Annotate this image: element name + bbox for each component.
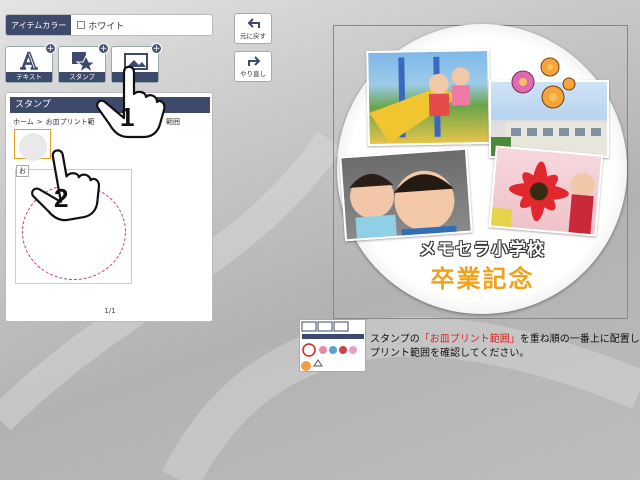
- add-icon: +: [151, 43, 162, 54]
- pagination: 1/1: [104, 307, 116, 315]
- color-checkbox[interactable]: [77, 21, 86, 29]
- redo-icon: [248, 56, 261, 66]
- instruction-highlight: 「お皿プリント範囲」: [419, 334, 520, 345]
- item-color-selector[interactable]: アイテムカラー ホワイト: [5, 14, 213, 36]
- step-number-2: 2: [54, 183, 68, 213]
- step-number-1: 1: [120, 102, 134, 132]
- instruction-line2: プリント範囲を確認してください。: [370, 348, 530, 359]
- breadcrumb-separator: >: [36, 118, 43, 126]
- item-color-value: ホワイト: [88, 21, 125, 32]
- photo-children-closeup[interactable]: [339, 147, 473, 242]
- undo-button[interactable]: 元に戻す: [234, 13, 272, 44]
- undo-icon: [247, 18, 260, 28]
- undo-label: 元に戻す: [240, 32, 266, 40]
- breadcrumb-home[interactable]: ホーム: [13, 118, 34, 126]
- svg-text:A: A: [20, 50, 38, 72]
- instruction-thumbnail: [299, 319, 366, 372]
- instruction-line1-post: を重ね順の一番上に配置し: [519, 334, 640, 345]
- add-icon: +: [45, 43, 56, 54]
- text-icon: A: [19, 50, 38, 72]
- pointer-hand-icon: 1: [96, 65, 166, 139]
- breadcrumb-current: お皿プリント範: [45, 118, 95, 126]
- breadcrumb: ホーム > お皿プリント範: [13, 117, 95, 127]
- gerbera-image: [490, 161, 595, 237]
- text-tool-button[interactable]: A + テキスト: [5, 43, 56, 83]
- instruction-text: スタンプの「お皿プリント範囲」を重ね順の一番上に配置し プリント範囲を確認してく…: [370, 333, 640, 361]
- flower-decoration[interactable]: [495, 52, 580, 122]
- playground-image: [369, 56, 471, 143]
- redo-label: やり直し: [240, 70, 266, 78]
- add-icon: +: [98, 43, 109, 54]
- photo-gerbera-child[interactable]: [488, 145, 604, 237]
- item-color-label: アイテムカラー: [6, 15, 72, 35]
- children-image: [349, 170, 457, 242]
- thumbnail-image: [301, 321, 364, 371]
- pointer-hand-icon: 2: [31, 149, 100, 222]
- event-title-text[interactable]: 卒業記念: [410, 259, 555, 294]
- photo-playground[interactable]: [366, 48, 491, 147]
- instruction-line1-pre: スタンプの: [370, 334, 420, 345]
- redo-button[interactable]: やり直し: [234, 51, 272, 82]
- text-tool-label: テキスト: [6, 72, 52, 82]
- school-name-text[interactable]: メモセラ小学校: [408, 235, 556, 260]
- breadcrumb-tail: 範囲: [166, 118, 180, 126]
